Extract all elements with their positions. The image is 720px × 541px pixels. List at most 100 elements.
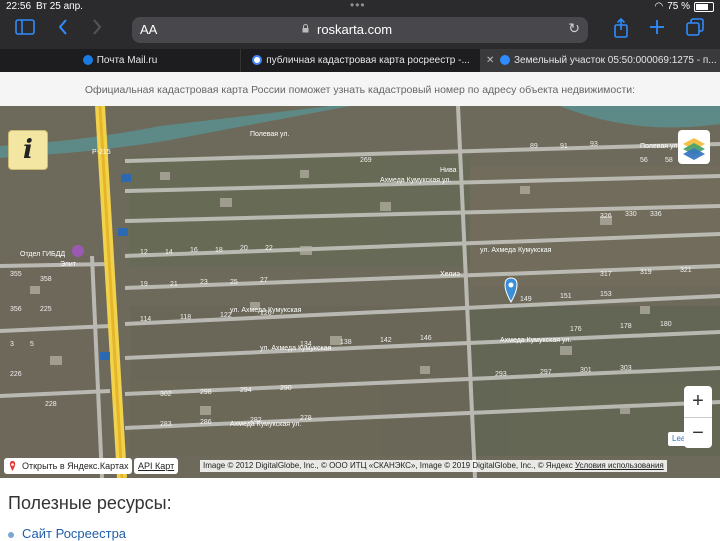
tab-label: Почта Mail.ru	[96, 55, 158, 66]
lock-icon	[302, 24, 309, 33]
api-link[interactable]: API Карт	[134, 458, 179, 474]
multitasking-dots-icon[interactable]: •••	[350, 0, 366, 12]
reload-icon[interactable]: ↻	[568, 20, 580, 37]
svg-text:297: 297	[540, 369, 552, 376]
back-icon[interactable]	[52, 18, 74, 40]
bullet-icon	[8, 531, 14, 538]
svg-text:317: 317	[600, 271, 612, 278]
zoom-out-button[interactable]: −	[684, 418, 712, 449]
google-favicon-icon	[252, 55, 263, 66]
battery-percent: 75 %	[667, 1, 690, 12]
svg-text:56: 56	[640, 157, 648, 164]
svg-text:269: 269	[360, 157, 372, 164]
svg-text:138: 138	[340, 339, 352, 346]
svg-text:225: 225	[40, 306, 52, 313]
svg-text:283: 283	[160, 421, 172, 428]
svg-text:Полевая ул.: Полевая ул.	[640, 143, 679, 150]
svg-text:301: 301	[580, 367, 592, 374]
svg-text:93: 93	[590, 141, 598, 148]
svg-text:298: 298	[200, 389, 212, 396]
svg-text:228: 228	[45, 401, 57, 408]
svg-text:Нива: Нива	[440, 167, 457, 174]
svg-text:Ахмеда Кумукская ул.: Ахмеда Кумукская ул.	[230, 421, 301, 428]
rosreestr-link[interactable]: Сайт Росреестра	[8, 526, 126, 541]
url-text: roskarta.com	[317, 22, 393, 37]
svg-text:151: 151	[560, 293, 572, 300]
mail-favicon-icon	[82, 55, 93, 66]
terms-link[interactable]: Условия использования	[575, 461, 664, 470]
tab-google[interactable]: публичная кадастровая карта росреестр -.…	[240, 49, 481, 72]
svg-text:Хелиэ: Хелиэ	[440, 271, 460, 278]
copyright-text: Image © 2012 DigitalGlobe, Inc., © ООО И…	[203, 461, 573, 470]
address-bar[interactable]: AA roskarta.com ↻	[132, 17, 588, 43]
svg-text:142: 142	[380, 337, 392, 344]
svg-text:302: 302	[160, 391, 172, 398]
svg-text:114: 114	[140, 316, 151, 323]
svg-text:293: 293	[495, 371, 507, 378]
svg-text:118: 118	[180, 314, 191, 321]
sidebar-icon[interactable]	[14, 18, 36, 40]
svg-text:Отдел ГИБДД: Отдел ГИБДД	[20, 251, 65, 258]
svg-text:330: 330	[625, 211, 637, 218]
info-button[interactable]: i	[8, 130, 48, 170]
svg-text:12: 12	[140, 249, 148, 256]
svg-text:278: 278	[300, 415, 312, 422]
tabs-overview-icon[interactable]	[684, 18, 706, 40]
svg-text:355: 355	[10, 271, 22, 278]
svg-text:5: 5	[30, 341, 34, 348]
svg-text:3: 3	[10, 341, 14, 348]
map-imagery: 269899193 565860 336330326 121416182022 …	[0, 106, 720, 478]
svg-text:23: 23	[200, 279, 208, 286]
zoom-in-button[interactable]: +	[684, 386, 712, 417]
svg-text:356: 356	[10, 306, 22, 313]
site-favicon-icon	[500, 55, 510, 66]
wifi-icon: ◠	[654, 1, 664, 12]
layers-button[interactable]	[678, 130, 710, 164]
svg-text:18: 18	[215, 247, 223, 254]
svg-text:Ахмеда Кумукская ул.: Ахмеда Кумукская ул.	[380, 177, 451, 184]
status-time: 22:56	[6, 1, 32, 12]
open-in-yandex-button[interactable]: Открыть в Яндекс.Картах	[4, 458, 133, 474]
svg-text:Р-215: Р-215	[92, 149, 111, 156]
tab-active[interactable]: ✕ Земельный участок 05:50:000069:1275 - п…	[480, 49, 720, 72]
svg-text:336: 336	[650, 211, 662, 218]
tab-bar: Почта Mail.ru публичная кадастровая карт…	[0, 49, 720, 72]
svg-text:153: 153	[600, 291, 612, 298]
svg-text:286: 286	[200, 419, 212, 426]
svg-text:226: 226	[10, 371, 22, 378]
svg-text:146: 146	[420, 335, 432, 342]
svg-text:19: 19	[140, 281, 148, 288]
new-tab-icon[interactable]	[646, 18, 668, 40]
battery-icon	[694, 1, 714, 12]
svg-text:14: 14	[165, 249, 173, 256]
svg-text:290: 290	[280, 385, 292, 392]
map-pin-icon	[9, 461, 16, 471]
svg-text:20: 20	[240, 245, 248, 252]
rosreestr-link-label[interactable]: Сайт Росреестра	[22, 526, 126, 541]
info-banner: Официальная кадастровая карта России пом…	[0, 72, 720, 106]
text-size-button[interactable]: AA	[140, 22, 157, 37]
svg-text:27: 27	[260, 277, 268, 284]
open-in-yandex-label: Открыть в Яндекс.Картах	[22, 461, 129, 471]
svg-text:178: 178	[620, 323, 632, 330]
forward-icon[interactable]	[86, 18, 108, 40]
tab-mail[interactable]: Почта Mail.ru	[0, 49, 240, 72]
svg-text:89: 89	[530, 143, 538, 150]
svg-text:25: 25	[230, 279, 238, 286]
svg-text:Элит: Элит	[60, 261, 77, 268]
svg-text:ул. Ахмеда Кумукская: ул. Ахмеда Кумукская	[260, 345, 332, 352]
share-icon[interactable]	[610, 17, 632, 40]
svg-text:Ахмеда Кумукская ул.: Ахмеда Кумукская ул.	[500, 337, 571, 344]
svg-text:303: 303	[620, 365, 632, 372]
close-tab-icon[interactable]: ✕	[486, 49, 496, 72]
map-copyright: Image © 2012 DigitalGlobe, Inc., © ООО И…	[200, 460, 667, 472]
svg-text:149: 149	[520, 296, 532, 303]
svg-text:Полевая ул.: Полевая ул.	[250, 131, 289, 138]
zoom-control: + −	[684, 386, 712, 448]
svg-text:ул. Ахмеда Кумукская: ул. Ахмеда Кумукская	[230, 307, 302, 314]
tab-label: публичная кадастровая карта росреестр -.…	[266, 55, 470, 66]
svg-text:ул. Ахмеда Кумукская: ул. Ахмеда Кумукская	[480, 247, 552, 254]
svg-text:326: 326	[600, 213, 612, 220]
svg-text:321: 321	[680, 267, 692, 274]
satellite-map[interactable]: 269899193 565860 336330326 121416182022 …	[0, 106, 720, 478]
